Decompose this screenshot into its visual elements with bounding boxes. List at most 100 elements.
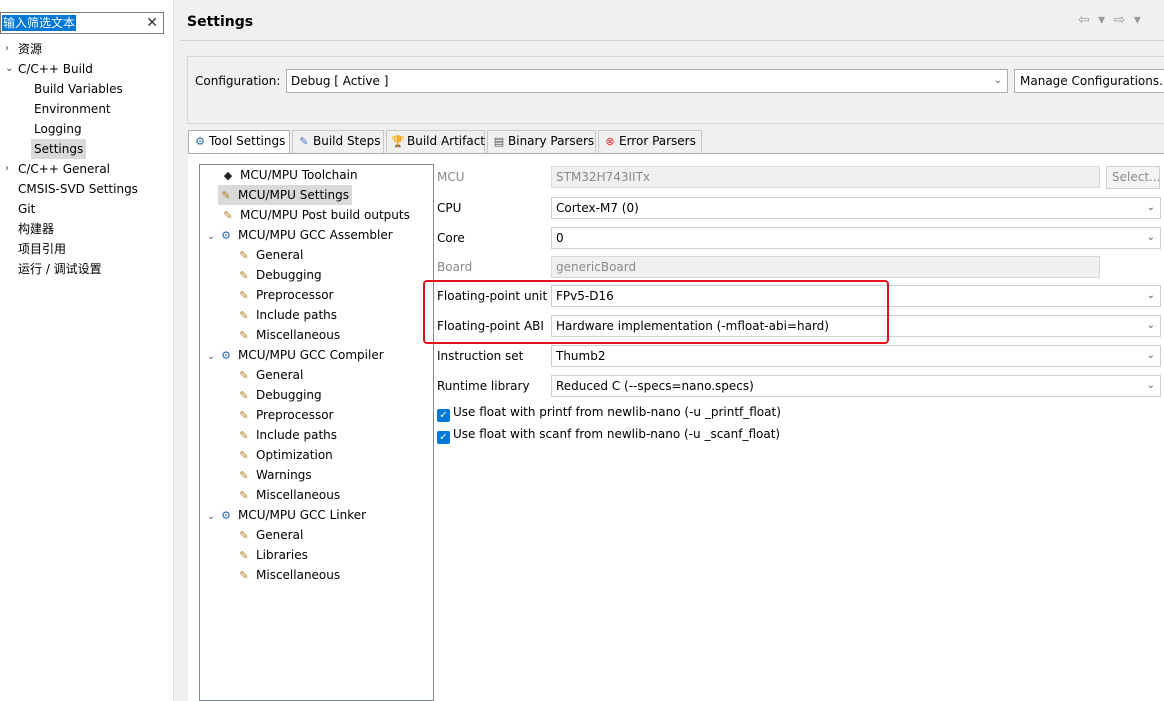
tree-item-build-variables[interactable]: Build Variables	[34, 79, 123, 99]
build-steps-icon: ✎	[299, 135, 309, 148]
tree-item-cpp-build[interactable]: C/C++ Build	[18, 59, 93, 79]
tree-item-cpp-general[interactable]: C/C++ General	[18, 159, 110, 179]
tab-label: Tool Settings	[209, 134, 286, 148]
tab-label: Build Artifact	[407, 134, 485, 148]
tool-tree-item[interactable]: ✎ Preprocessor	[236, 405, 333, 425]
settings-folder-icon: ✎	[239, 449, 249, 462]
checkmark-icon[interactable]: ✓	[437, 431, 450, 444]
chevron-down-icon[interactable]: ⌄	[5, 59, 13, 79]
chevron-down-icon: ⌄	[1146, 290, 1155, 301]
chevron-right-icon[interactable]: ›	[5, 159, 9, 179]
error-parsers-icon: ⊗	[605, 135, 615, 148]
tool-tree-label: MCU/MPU GCC Assembler	[238, 228, 393, 242]
tree-item-run-debug-settings[interactable]: 运行 / 调试设置	[18, 259, 102, 279]
tool-tree-item[interactable]: ✎ Libraries	[236, 545, 308, 565]
printf-float-label: Use float with printf from newlib-nano (…	[453, 405, 781, 419]
tool-settings-tree: ◆ MCU/MPU Toolchain ✎ MCU/MPU Settings ✎ MC…	[199, 164, 434, 701]
chevron-down-icon: ⌄	[1146, 232, 1155, 243]
filter-input[interactable]: 输入筛选文本 ✕	[0, 12, 164, 34]
settings-folder-icon: ✎	[239, 269, 249, 282]
settings-folder-icon: ✎	[239, 249, 249, 262]
tab-build-steps[interactable]: ✎ Build Steps	[292, 130, 384, 153]
chevron-down-icon[interactable]: ⌄	[204, 347, 218, 367]
core-label: Core	[437, 231, 465, 245]
settings-folder-icon: ✎	[223, 209, 233, 222]
tool-tree-item[interactable]: ✎ Debugging	[236, 385, 321, 405]
tool-tree-item[interactable]: ⌄ ⚙ MCU/MPU GCC Assembler	[204, 225, 393, 247]
tool-tree-item[interactable]: ✎ Miscellaneous	[236, 325, 340, 345]
instruction-set-select[interactable]: Thumb2 ⌄	[551, 345, 1161, 367]
settings-folder-icon: ✎	[239, 469, 249, 482]
tool-tree-item[interactable]: ✎ General	[236, 525, 303, 545]
tool-tree-item[interactable]: ✎ Preprocessor	[236, 285, 333, 305]
tab-binary-parsers[interactable]: ▤ Binary Parsers	[487, 130, 596, 153]
chevron-down-icon[interactable]: ⌄	[204, 507, 218, 527]
tree-item-logging[interactable]: Logging	[34, 119, 82, 139]
core-select[interactable]: 0 ⌄	[551, 227, 1161, 249]
tree-item-builders[interactable]: 构建器	[18, 219, 54, 239]
tool-tree-item[interactable]: ✎ General	[236, 245, 303, 265]
tool-tree-item[interactable]: ✎ Include paths	[236, 425, 337, 445]
tool-tree-label: MCU/MPU Post build outputs	[240, 208, 410, 222]
chevron-down-icon: ⌄	[1146, 202, 1155, 213]
configuration-select[interactable]: Debug [ Active ] ⌄	[286, 69, 1008, 93]
scanf-float-label: Use float with scanf from newlib-nano (-…	[453, 427, 781, 441]
tool-tree-label: Libraries	[256, 548, 308, 562]
chevron-down-icon: ⌄	[993, 75, 1002, 86]
cpu-select[interactable]: Cortex-M7 (0) ⌄	[551, 197, 1161, 219]
tree-item-resources[interactable]: 资源	[18, 39, 42, 59]
tool-tree-item[interactable]: ⌄ ⚙ MCU/MPU GCC Compiler	[204, 345, 384, 367]
tool-tree-item[interactable]: ✎ Include paths	[236, 305, 337, 325]
navigation-arrows-icon[interactable]: ⇦ ▾ ⇨ ▾	[1078, 12, 1143, 28]
tool-tree-item[interactable]: ✎ Miscellaneous	[236, 485, 340, 505]
tool-tree-item[interactable]: ✎ Debugging	[236, 265, 321, 285]
tool-tree-label: Include paths	[256, 428, 338, 442]
tool-tree-label: General	[256, 248, 304, 262]
tab-build-artifact[interactable]: 🏆 Build Artifact	[386, 130, 485, 153]
gear-icon: ⚙	[221, 229, 231, 242]
filter-text[interactable]: 输入筛选文本	[2, 15, 77, 31]
chevron-down-icon: ⌄	[1146, 350, 1155, 361]
scanf-float-checkbox[interactable]: ✓ Use float with scanf from newlib-nano (…	[437, 425, 781, 444]
mcu-field: STM32H743IITx	[551, 166, 1100, 188]
tree-item-settings[interactable]: Settings	[31, 139, 87, 159]
tool-tree-label: Include paths	[256, 308, 338, 322]
board-label: Board	[437, 260, 473, 274]
tool-tree-item[interactable]: ✎ Miscellaneous	[236, 565, 340, 585]
tree-item-environment[interactable]: Environment	[34, 99, 111, 119]
clear-filter-icon[interactable]: ✕	[146, 14, 158, 32]
gear-icon: ⚙	[221, 509, 231, 522]
tab-label: Error Parsers	[619, 134, 696, 148]
board-field: genericBoard	[551, 256, 1100, 278]
tool-tree-item[interactable]: ✎ MCU/MPU Post build outputs	[220, 205, 410, 225]
printf-float-checkbox[interactable]: ✓ Use float with printf from newlib-nano …	[437, 403, 781, 422]
settings-folder-icon: ✎	[221, 189, 231, 202]
tool-tree-label: MCU/MPU GCC Compiler	[238, 348, 384, 362]
instruction-set-label: Instruction set	[437, 349, 524, 363]
tab-error-parsers[interactable]: ⊗ Error Parsers	[598, 130, 702, 153]
tree-item-cmsis-svd[interactable]: CMSIS-SVD Settings	[18, 179, 138, 199]
chevron-down-icon: ⌄	[1146, 380, 1155, 391]
page-title: Settings	[187, 14, 254, 30]
runtime-library-select[interactable]: Reduced C (--specs=nano.specs) ⌄	[551, 375, 1161, 397]
tree-item-project-references[interactable]: 项目引用	[18, 239, 66, 259]
manage-configurations-button[interactable]: Manage Configurations...	[1014, 69, 1164, 93]
tool-tree-item[interactable]: ✎ General	[236, 365, 303, 385]
tab-tool-settings[interactable]: ⚙ Tool Settings	[188, 130, 290, 154]
tree-item-git[interactable]: Git	[18, 199, 35, 219]
tool-tree-item[interactable]: ✎ Warnings	[236, 465, 311, 485]
tool-tree-label: Miscellaneous	[256, 568, 341, 582]
tool-tree-item[interactable]: ⌄ ⚙ MCU/MPU GCC Linker	[204, 505, 366, 525]
tool-tree-item[interactable]: ◆ MCU/MPU Toolchain	[220, 165, 358, 185]
chevron-down-icon: ⌄	[1146, 320, 1155, 331]
header-divider	[180, 40, 1164, 41]
tool-tree-item-selected[interactable]: ✎ MCU/MPU Settings	[218, 185, 352, 205]
checkmark-icon[interactable]: ✓	[437, 409, 450, 422]
settings-folder-icon: ✎	[239, 289, 249, 302]
chevron-right-icon[interactable]: ›	[5, 39, 9, 59]
chevron-down-icon[interactable]: ⌄	[204, 227, 218, 247]
settings-folder-icon: ✎	[239, 529, 249, 542]
red-highlight-annotation	[423, 280, 889, 344]
tool-settings-icon: ⚙	[195, 135, 205, 148]
tool-tree-item[interactable]: ✎ Optimization	[236, 445, 332, 465]
